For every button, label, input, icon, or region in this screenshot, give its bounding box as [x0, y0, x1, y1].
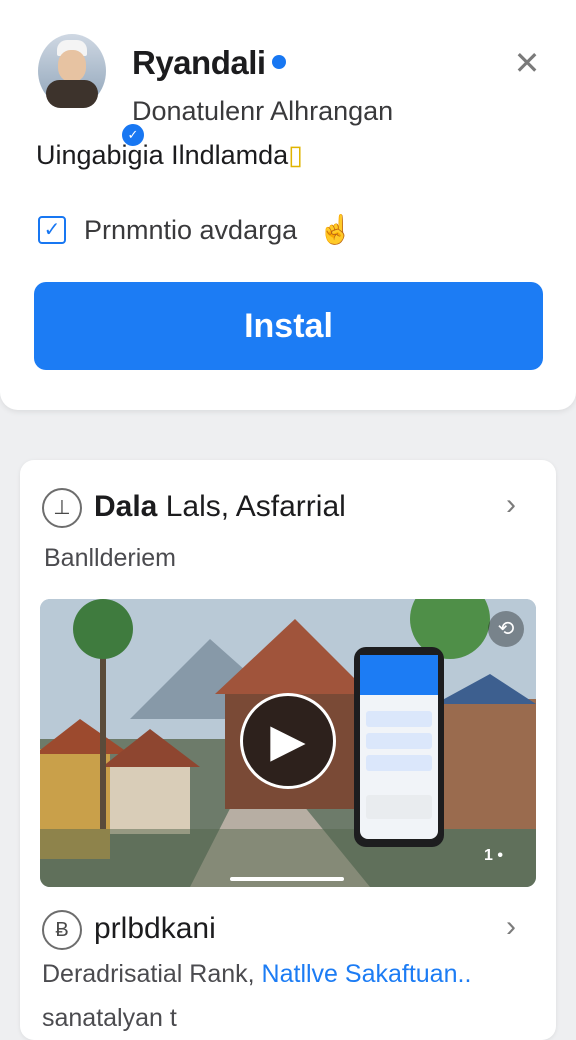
row2-subtitle: Deradrisatial Rank, Natllve Sakaftuan.. — [42, 960, 471, 989]
profile-description: Uingabigia Ilndlamda▯ — [36, 140, 303, 171]
row1-subtitle: Banllderiem — [44, 544, 177, 572]
close-icon[interactable]: ✕ — [510, 46, 544, 80]
row2-sub-text: Deradrisatial Rank, — [42, 960, 255, 988]
row1-title-bold: Dala — [94, 490, 158, 523]
hand-icon: ☝ — [318, 214, 353, 245]
description-accent: ▯ — [288, 140, 304, 170]
permission-checkbox-label: Prnmntio avdarga — [84, 215, 298, 245]
row2-sub-link[interactable]: Natllve Sakaftuan.. — [262, 960, 472, 988]
chevron-right-icon[interactable]: › — [506, 488, 516, 522]
profile-subtitle: Donatulenr Alhrangan — [132, 96, 394, 126]
online-status-dot — [272, 55, 286, 69]
permission-checkbox[interactable]: ✓ — [38, 216, 66, 244]
row2-sub-line2: sanatalyan t — [42, 1004, 177, 1032]
avatar-face — [58, 50, 86, 82]
install-card: ✓ Ryandali ✕ Donatulenr Alhrangan Uingab… — [0, 0, 576, 410]
avatar-body — [46, 80, 98, 108]
profile-name: Ryandali — [132, 44, 266, 81]
description-text: Uingabigia Ilndlamda — [36, 140, 289, 170]
video-player[interactable]: ▶ ⟲ 1 • — [40, 599, 536, 887]
install-button[interactable]: Instal — [34, 282, 543, 370]
row1-title-rest: Lals, Asfarrial — [165, 490, 346, 523]
share-icon[interactable]: ⟲ — [488, 611, 524, 647]
content-card: ⊥ Dala Lals, Asfarrial › Banllderiem ▶ ⟲… — [20, 460, 556, 1040]
play-icon[interactable]: ▶ — [240, 693, 336, 789]
avatar[interactable]: ✓ — [38, 34, 146, 148]
video-scrubber[interactable] — [230, 877, 344, 881]
row1-title[interactable]: Dala Lals, Asfarrial — [94, 490, 346, 524]
chevron-right-icon[interactable]: › — [506, 910, 516, 944]
currency-icon: Ƀ — [42, 910, 82, 950]
row2-title[interactable]: prlbdkani — [94, 912, 216, 946]
video-counter: 1 • — [484, 847, 503, 864]
gauge-icon: ⊥ — [42, 488, 82, 528]
